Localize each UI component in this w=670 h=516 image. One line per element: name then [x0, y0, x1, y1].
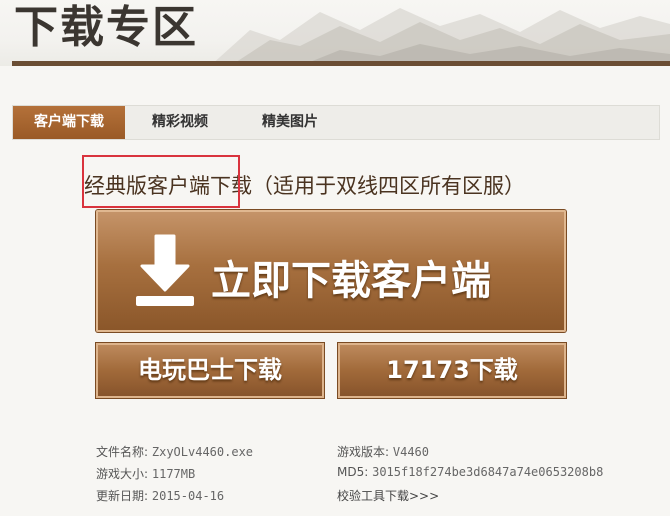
md5-value: 3015f18f274be3d6847a74e0653208b8 — [372, 465, 604, 479]
version-label: 游戏版本: — [337, 445, 390, 459]
tab-bar: 客户端下载 精彩视频 精美图片 — [12, 105, 660, 140]
tab-videos[interactable]: 精彩视频 — [125, 106, 235, 139]
tab-client-download[interactable]: 客户端下载 — [13, 106, 125, 139]
page-title: 下载专区 — [14, 2, 198, 53]
md5-row: MD5: 3015f18f274be3d6847a74e0653208b8 — [337, 465, 603, 479]
size-value: 1177MB — [151, 467, 196, 481]
filename-row: 文件名称: ZxyOLv4460.exe — [96, 443, 253, 460]
filename-label: 文件名称: — [96, 445, 149, 459]
version-value: V4460 — [392, 445, 429, 459]
download-arrow-icon — [136, 234, 194, 306]
header: 下载专区 — [0, 0, 670, 66]
header-divider — [12, 61, 670, 66]
version-row: 游戏版本: V4460 — [337, 443, 429, 460]
md5-label: MD5: — [337, 465, 369, 479]
tab-images[interactable]: 精美图片 — [235, 106, 345, 139]
tgbus-download-label: 电玩巴士下载 — [138, 356, 282, 384]
highlight-box — [82, 155, 240, 208]
tgbus-download-button[interactable]: 电玩巴士下载 — [96, 343, 324, 398]
verify-tool-link[interactable]: 校验工具下载>>> — [337, 487, 439, 504]
17173-download-button[interactable]: 17173下载 — [338, 343, 566, 398]
date-label: 更新日期: — [96, 489, 149, 503]
date-row: 更新日期: 2015-04-16 — [96, 487, 224, 504]
download-client-label: 立即下载客户端 — [211, 258, 491, 304]
size-label: 游戏大小: — [96, 467, 149, 481]
size-row: 游戏大小: 1177MB — [96, 465, 195, 482]
date-value: 2015-04-16 — [151, 489, 225, 503]
filename-value: ZxyOLv4460.exe — [151, 445, 254, 459]
download-client-button[interactable]: 立即下载客户端 — [96, 210, 566, 332]
17173-download-label: 17173下载 — [386, 356, 518, 384]
